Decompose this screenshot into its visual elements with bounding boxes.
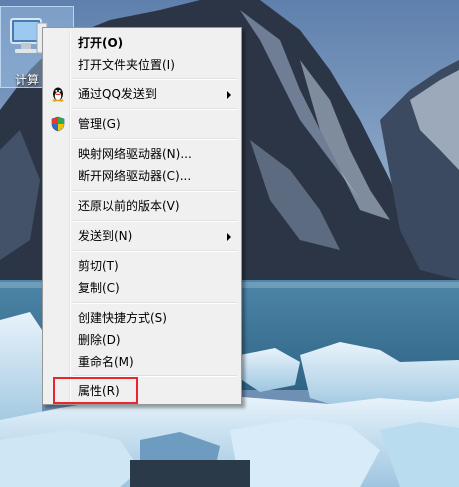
menu-item-disconnect-network-drive[interactable]: 断开网络驱动器(C)...	[45, 165, 239, 187]
menu-separator	[73, 78, 237, 80]
context-menu: 打开(O) 打开文件夹位置(I) 通过QQ发送到 管理(G) 映射网络驱动器(N…	[42, 27, 242, 405]
menu-separator	[73, 302, 237, 304]
menu-item-delete[interactable]: 删除(D)	[45, 329, 239, 351]
menu-item-cut[interactable]: 剪切(T)	[45, 255, 239, 277]
menu-item-restore-previous-versions-label: 还原以前的版本(V)	[78, 199, 180, 213]
menu-item-map-network-drive[interactable]: 映射网络驱动器(N)...	[45, 143, 239, 165]
menu-item-send-to-label: 发送到(N)	[78, 229, 133, 243]
menu-separator	[73, 190, 237, 192]
desktop[interactable]: 计算 打开(O) 打开文件夹位置(I) 通过QQ发送到 管理(G) 映射网络驱动…	[0, 0, 459, 487]
menu-item-map-network-drive-label: 映射网络驱动器(N)...	[78, 147, 192, 161]
uac-shield-icon	[51, 116, 65, 132]
menu-item-delete-label: 删除(D)	[78, 333, 121, 347]
submenu-arrow-icon	[227, 91, 231, 99]
menu-separator	[73, 250, 237, 252]
menu-item-send-via-qq-label: 通过QQ发送到	[78, 87, 157, 101]
menu-item-copy-label: 复制(C)	[78, 281, 120, 295]
menu-item-open-file-location[interactable]: 打开文件夹位置(I)	[45, 54, 239, 76]
menu-item-disconnect-network-drive-label: 断开网络驱动器(C)...	[78, 169, 192, 183]
qq-penguin-icon	[52, 87, 64, 102]
menu-item-send-via-qq[interactable]: 通过QQ发送到	[45, 83, 239, 105]
menu-item-open-file-location-label: 打开文件夹位置(I)	[78, 58, 175, 72]
menu-separator	[73, 220, 237, 222]
menu-item-create-shortcut[interactable]: 创建快捷方式(S)	[45, 307, 239, 329]
menu-item-rename-label: 重命名(M)	[78, 355, 134, 369]
properties-highlight-box	[53, 377, 138, 404]
menu-item-open-label: 打开(O)	[78, 36, 124, 50]
menu-item-create-shortcut-label: 创建快捷方式(S)	[78, 311, 167, 325]
menu-separator	[73, 108, 237, 110]
menu-item-send-to[interactable]: 发送到(N)	[45, 225, 239, 247]
menu-item-open[interactable]: 打开(O)	[45, 32, 239, 54]
menu-item-rename[interactable]: 重命名(M)	[45, 351, 239, 373]
menu-separator	[73, 138, 237, 140]
menu-item-restore-previous-versions[interactable]: 还原以前的版本(V)	[45, 195, 239, 217]
menu-item-manage-label: 管理(G)	[78, 117, 121, 131]
submenu-arrow-icon	[227, 233, 231, 241]
menu-item-copy[interactable]: 复制(C)	[45, 277, 239, 299]
menu-item-cut-label: 剪切(T)	[78, 259, 119, 273]
computer-icon-label: 计算	[15, 73, 40, 87]
menu-item-manage[interactable]: 管理(G)	[45, 113, 239, 135]
